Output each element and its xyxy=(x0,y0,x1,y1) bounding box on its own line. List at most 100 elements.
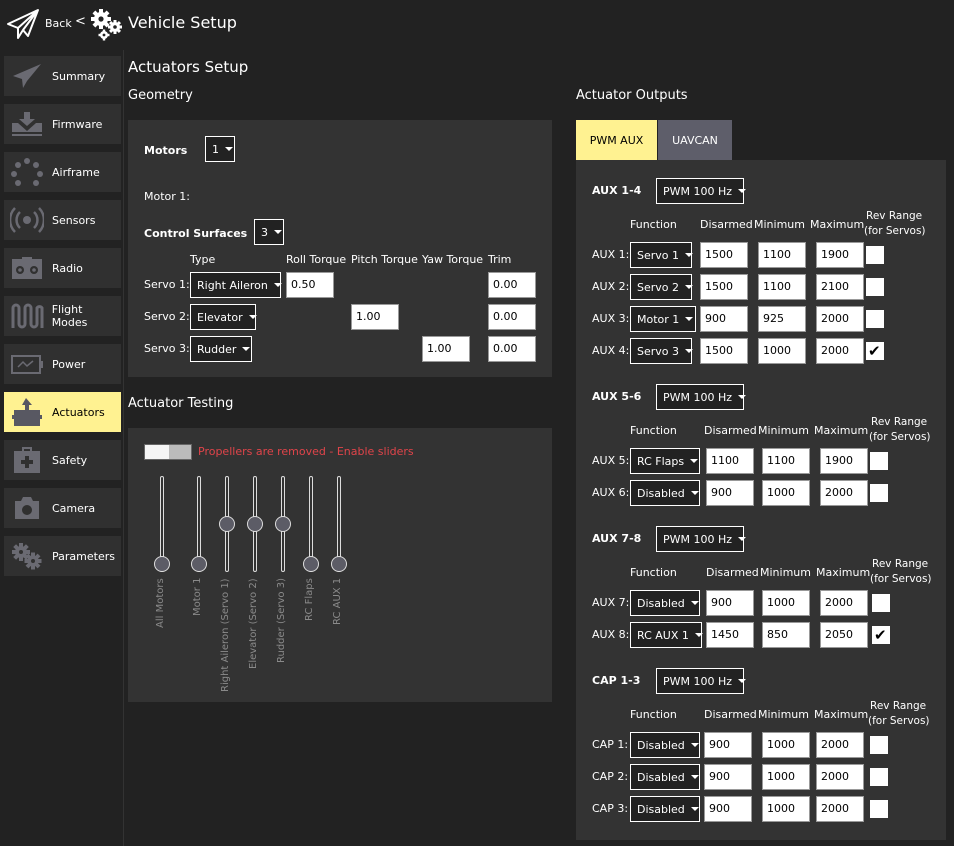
minimum-input[interactable]: 1000 xyxy=(762,480,810,506)
maximum-input[interactable]: 2000 xyxy=(816,338,864,364)
disarmed-input[interactable]: 1500 xyxy=(700,338,748,364)
slider-knob[interactable] xyxy=(219,516,235,532)
output-group-rate-select[interactable]: PWM 100 Hz xyxy=(656,384,747,410)
rev-range-checkbox[interactable] xyxy=(870,484,888,502)
sidebar-item-safety[interactable]: Safety xyxy=(4,440,121,480)
sidebar-item-power[interactable]: Power xyxy=(4,344,121,384)
output-function-select[interactable]: Disabled xyxy=(630,764,700,790)
maximum-input[interactable]: 2000 xyxy=(820,590,868,616)
rev-range-checkbox[interactable] xyxy=(870,736,888,754)
minimum-input[interactable]: 1000 xyxy=(758,338,806,364)
output-function-select[interactable]: Disabled xyxy=(630,590,700,616)
rev-range-checkbox[interactable] xyxy=(866,278,884,296)
slider-knob[interactable] xyxy=(247,516,263,532)
disarmed-input[interactable]: 900 xyxy=(706,590,754,616)
rev-range-checkbox[interactable] xyxy=(870,452,888,470)
output-function-select[interactable]: RC AUX 1 xyxy=(630,622,703,648)
output-function-select[interactable]: Servo 3 xyxy=(630,338,694,364)
servo-3-label: Servo 3: xyxy=(144,342,190,355)
output-function-value: Disabled xyxy=(637,738,685,752)
column-header-maximum: Maximum xyxy=(814,424,869,437)
tab-uavcan[interactable]: UAVCAN xyxy=(658,120,732,160)
servo-1-roll-torque-input[interactable]: 0.50 xyxy=(286,272,334,298)
slider-knob[interactable] xyxy=(154,556,170,572)
output-function-select[interactable]: Disabled xyxy=(630,732,700,758)
rev-range-checkbox[interactable] xyxy=(866,310,884,328)
disarmed-input[interactable]: 900 xyxy=(704,764,752,790)
servo-1-type-select[interactable]: Right Aileron xyxy=(190,272,282,298)
sidebar-item-actuators[interactable]: Actuators xyxy=(4,392,121,432)
sidebar-item-radio[interactable]: Radio xyxy=(4,248,121,288)
minimum-input[interactable]: 1100 xyxy=(758,274,806,300)
slider-knob[interactable] xyxy=(331,556,347,572)
output-group-rate-select[interactable]: PWM 100 Hz xyxy=(656,668,747,694)
rev-range-checkbox[interactable]: ✔ xyxy=(866,342,884,360)
servo-2-type-select[interactable]: Elevator xyxy=(190,304,257,330)
sidebar-item-firmware[interactable]: Firmware xyxy=(4,104,121,144)
sidebar-item-summary[interactable]: Summary xyxy=(4,56,121,96)
rev-range-checkbox[interactable] xyxy=(870,768,888,786)
minimum-input[interactable]: 1100 xyxy=(758,242,806,268)
maximum-input[interactable]: 2000 xyxy=(816,306,864,332)
maximum-input[interactable]: 2050 xyxy=(820,622,868,648)
servo-3-yaw-torque-input[interactable]: 1.00 xyxy=(422,336,470,362)
column-header-rev-range-note: (for Servos) xyxy=(869,431,931,443)
maximum-input[interactable]: 1900 xyxy=(816,242,864,268)
maximum-input[interactable]: 2000 xyxy=(820,480,868,506)
disarmed-input[interactable]: 1100 xyxy=(706,448,754,474)
minimum-input[interactable]: 925 xyxy=(758,306,806,332)
servo-2-pitch-torque-input[interactable]: 1.00 xyxy=(351,304,399,330)
slider-label: Elevator (Servo 2) xyxy=(248,578,259,669)
output-function-select[interactable]: Servo 2 xyxy=(630,274,694,300)
output-group-rate-select[interactable]: PWM 100 Hz xyxy=(656,526,747,552)
minimum-input[interactable]: 1000 xyxy=(762,796,810,822)
rev-range-checkbox[interactable] xyxy=(870,800,888,818)
output-function-select[interactable]: Servo 1 xyxy=(630,242,694,268)
control-surfaces-count-select[interactable]: 3 xyxy=(254,219,284,245)
minimum-input[interactable]: 1100 xyxy=(762,448,810,474)
servo-3-type-select[interactable]: Rudder xyxy=(190,336,252,362)
slider-knob[interactable] xyxy=(275,516,291,532)
maximum-input[interactable]: 1900 xyxy=(820,448,868,474)
sidebar-item-flight-modes[interactable]: Flight Modes xyxy=(4,296,121,336)
disarmed-input[interactable]: 900 xyxy=(700,306,748,332)
output-function-select[interactable]: Disabled xyxy=(630,796,700,822)
output-function-select[interactable]: Disabled xyxy=(630,480,700,506)
sidebar-item-parameters[interactable]: Parameters xyxy=(4,536,121,576)
disarmed-input[interactable]: 900 xyxy=(704,796,752,822)
disarmed-input[interactable]: 1500 xyxy=(700,274,748,300)
minimum-input[interactable]: 1000 xyxy=(762,764,810,790)
disarmed-input[interactable]: 900 xyxy=(706,480,754,506)
sidebar-item-sensors[interactable]: Sensors xyxy=(4,200,121,240)
enable-sliders-toggle[interactable] xyxy=(144,444,192,460)
disarmed-input[interactable]: 1500 xyxy=(700,242,748,268)
disarmed-input[interactable]: 1450 xyxy=(706,622,754,648)
slider-knob[interactable] xyxy=(303,556,319,572)
radio-icon xyxy=(9,254,45,282)
sidebar-item-camera[interactable]: Camera xyxy=(4,488,121,528)
minimum-input[interactable]: 1000 xyxy=(762,732,810,758)
maximum-input[interactable]: 2000 xyxy=(816,764,864,790)
disarmed-input[interactable]: 900 xyxy=(704,732,752,758)
rev-range-checkbox[interactable] xyxy=(866,246,884,264)
tab-pwm-aux[interactable]: PWM AUX xyxy=(576,120,657,160)
servo-3-trim-input[interactable]: 0.00 xyxy=(488,336,536,362)
maximum-input[interactable]: 2100 xyxy=(816,274,864,300)
slider-knob[interactable] xyxy=(191,556,207,572)
servo-2-trim-input[interactable]: 0.00 xyxy=(488,304,536,330)
maximum-input[interactable]: 2000 xyxy=(816,796,864,822)
sidebar-item-airframe[interactable]: Airframe xyxy=(4,152,121,192)
output-function-select[interactable]: RC Flaps xyxy=(630,448,700,474)
back-button[interactable]: Back xyxy=(45,17,72,30)
output-function-select[interactable]: Motor 1 xyxy=(630,306,696,332)
motors-count-select[interactable]: 1 xyxy=(205,136,235,162)
rev-range-checkbox[interactable] xyxy=(872,594,890,612)
chevron-down-icon xyxy=(694,633,703,637)
output-group-rate-select[interactable]: PWM 100 Hz xyxy=(656,178,747,204)
minimum-input[interactable]: 1000 xyxy=(762,590,810,616)
paper-plane-icon[interactable] xyxy=(6,8,40,40)
minimum-input[interactable]: 850 xyxy=(762,622,810,648)
maximum-input[interactable]: 2000 xyxy=(816,732,864,758)
servo-1-trim-input[interactable]: 0.00 xyxy=(488,272,536,298)
rev-range-checkbox[interactable]: ✔ xyxy=(872,626,890,644)
